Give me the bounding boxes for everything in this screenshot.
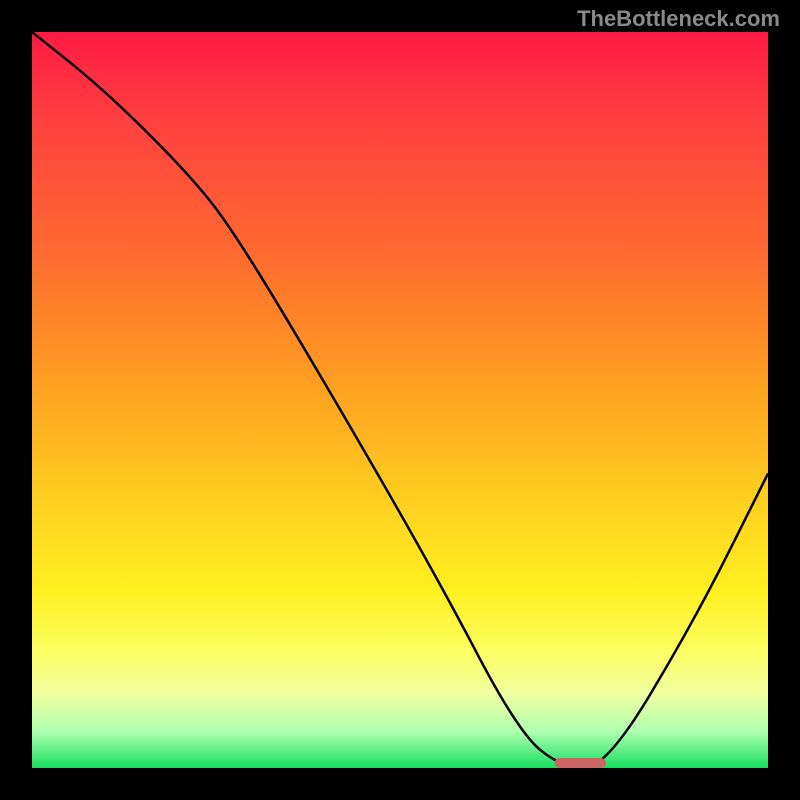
bottleneck-curve-svg [32,32,768,768]
optimal-marker [555,758,607,768]
chart-plot-area [32,32,768,768]
watermark-text: TheBottleneck.com [577,6,780,32]
bottleneck-curve-path [32,32,768,768]
